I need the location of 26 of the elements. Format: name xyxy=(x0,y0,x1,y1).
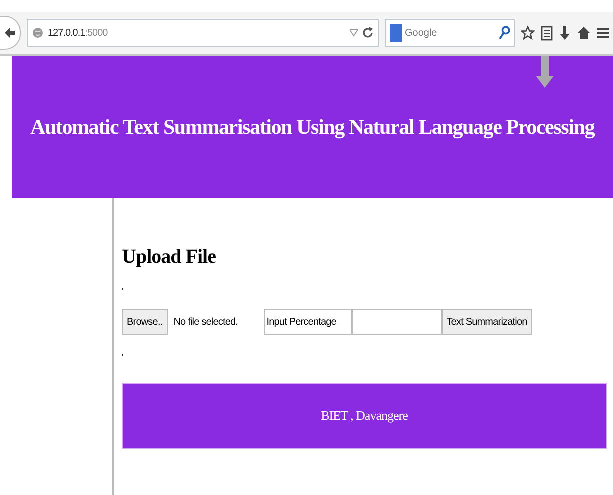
percentage-label-field[interactable]: Input Percentage xyxy=(264,309,352,335)
footer-text: BIET , Davangere xyxy=(321,408,408,424)
back-arrow-icon xyxy=(4,27,16,39)
globe-icon xyxy=(32,27,44,39)
clipboard-icon[interactable] xyxy=(541,25,553,41)
download-icon[interactable] xyxy=(559,25,571,41)
home-icon[interactable] xyxy=(577,26,591,40)
browse-button[interactable]: Browse.. xyxy=(122,309,168,335)
page-title: Automatic Text Summarisation Using Natural Language Processing xyxy=(30,114,595,140)
search-field[interactable]: Google xyxy=(385,19,515,47)
url-text: 127.0.0.1:5000 xyxy=(48,28,108,38)
stray-mark: ' xyxy=(122,287,125,299)
summarize-button[interactable]: Text Summarization xyxy=(442,309,532,335)
reload-icon[interactable] xyxy=(362,27,374,39)
search-icon[interactable] xyxy=(499,26,510,40)
file-status: No file selected. xyxy=(174,316,240,328)
percentage-input[interactable] xyxy=(352,309,442,335)
search-placeholder: Google xyxy=(405,28,438,38)
arrow-icon xyxy=(536,56,554,88)
back-button[interactable] xyxy=(0,16,21,50)
upload-heading: Upload File xyxy=(122,246,217,269)
address-bar[interactable]: 127.0.0.1:5000 xyxy=(27,19,379,47)
stray-mark: ' xyxy=(122,353,125,365)
star-icon[interactable] xyxy=(521,26,535,40)
dropdown-icon[interactable] xyxy=(350,29,358,37)
menu-icon[interactable] xyxy=(597,27,609,39)
